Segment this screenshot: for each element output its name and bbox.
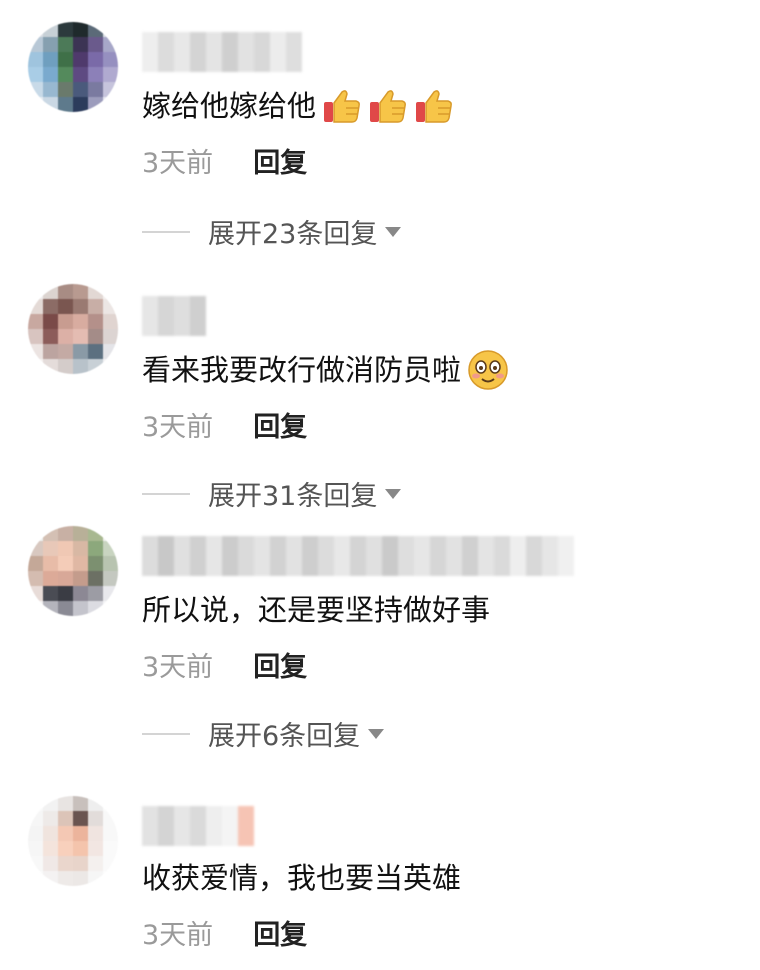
expand-replies-button[interactable]: 展开31条回复 [142, 474, 402, 513]
username[interactable] [142, 32, 302, 72]
comment-meta: 3天前 回复 [142, 410, 307, 446]
expand-replies-label: 展开23条回复 [208, 219, 378, 250]
avatar[interactable] [28, 796, 118, 886]
caret-down-icon [385, 488, 402, 499]
reply-button[interactable]: 回复 [253, 918, 307, 954]
timestamp: 3天前 [142, 412, 214, 443]
caret-down-icon [385, 226, 402, 237]
comment-meta: 3天前 回复 [142, 146, 307, 182]
comment-body: 收获爱情，我也要当英雄 [142, 861, 462, 895]
comment-text: 嫁给他嫁给他 [142, 84, 454, 128]
timestamp: 3天前 [142, 920, 214, 951]
divider-line [142, 492, 190, 495]
username[interactable] [142, 536, 574, 576]
comment-text: 所以说，还是要坚持做好事 [142, 588, 490, 632]
divider-line [142, 732, 190, 735]
comment-text: 收获爱情，我也要当英雄 [142, 856, 461, 900]
comment-body: 嫁给他嫁给他 [142, 89, 317, 123]
reply-button[interactable]: 回复 [253, 410, 307, 446]
comment-meta: 3天前 回复 [142, 650, 307, 686]
expand-replies-button[interactable]: 展开23条回复 [142, 212, 402, 251]
caret-down-icon [368, 728, 385, 739]
reply-button[interactable]: 回复 [253, 146, 307, 182]
comment-meta: 3天前 回复 [142, 918, 307, 954]
smiling-face-icon [468, 350, 508, 390]
avatar[interactable] [28, 22, 118, 112]
reply-button[interactable]: 回复 [253, 650, 307, 686]
avatar[interactable] [28, 526, 118, 616]
thumbs-up-icon [370, 90, 406, 123]
comment-text: 看来我要改行做消防员啦 [142, 348, 509, 392]
comment-body: 看来我要改行做消防员啦 [142, 353, 462, 387]
comment-body: 所以说，还是要坚持做好事 [142, 593, 491, 627]
thumbs-up-icon [324, 90, 360, 123]
expand-replies-label: 展开31条回复 [208, 481, 378, 512]
divider-line [142, 230, 190, 233]
expand-replies-label: 展开6条回复 [208, 721, 361, 752]
expand-replies-button[interactable]: 展开6条回复 [142, 714, 385, 753]
timestamp: 3天前 [142, 652, 214, 683]
timestamp: 3天前 [142, 148, 214, 179]
avatar[interactable] [28, 284, 118, 374]
username[interactable] [142, 296, 206, 336]
username[interactable] [142, 806, 254, 846]
thumbs-up-icon [416, 90, 452, 123]
